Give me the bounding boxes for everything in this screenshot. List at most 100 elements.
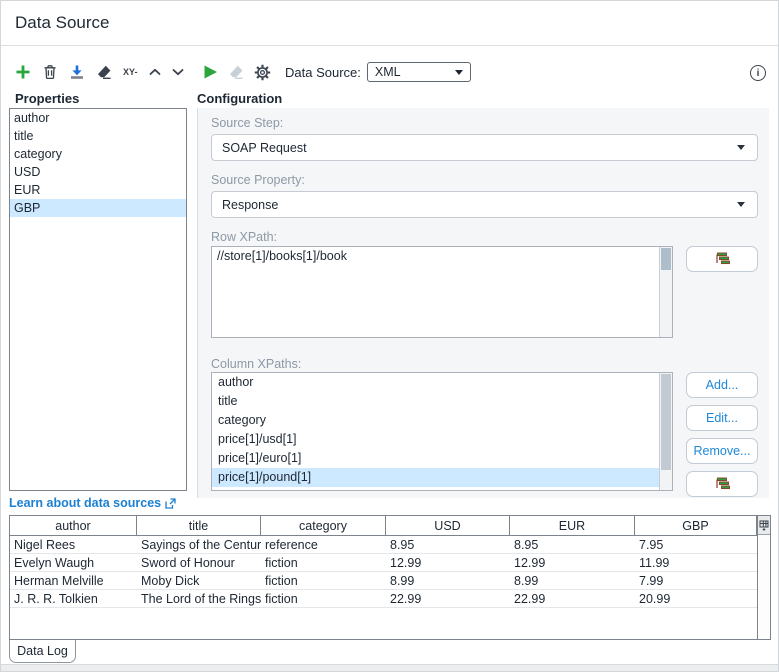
bottom-edge (1, 664, 778, 671)
add-button[interactable]: Add... (686, 372, 758, 398)
properties-list-item[interactable]: GBP (10, 199, 186, 217)
table-cell: fiction (265, 591, 298, 606)
properties-list-item[interactable]: category (10, 145, 186, 163)
table-cell: fiction (265, 555, 298, 570)
table-options-icon (759, 520, 769, 531)
table-cell: Nigel Rees (14, 537, 76, 552)
table-cell: J. R. R. Tolkien (14, 591, 98, 606)
move-down-icon[interactable] (172, 68, 184, 76)
column-xpaths-scrollbar[interactable] (659, 373, 672, 490)
preview-table-header: author title category USD EUR GBP (10, 516, 770, 536)
select-row-xpath-button[interactable] (686, 246, 758, 272)
source-step-value: SOAP Request (222, 140, 307, 155)
run-toolbar: Data Source: XML (203, 60, 471, 84)
column-header[interactable]: USD (386, 516, 510, 535)
header-divider (1, 45, 778, 46)
preview-table-body: Nigel Rees Sayings of the Century referenc… (10, 536, 770, 608)
table-cell: Moby Dick (141, 573, 200, 588)
xy-properties-icon[interactable]: XY- (123, 67, 138, 77)
table-cell: 20.99 (639, 591, 671, 606)
table-cell: 12.99 (390, 555, 422, 570)
column-header[interactable]: author (10, 516, 137, 535)
table-cell: Herman Melville (14, 573, 104, 588)
column-xpath-item[interactable]: author (212, 373, 659, 392)
column-header[interactable]: GBP (635, 516, 757, 535)
run-icon[interactable] (203, 64, 218, 80)
table-cell: 22.99 (514, 591, 546, 606)
clear-properties-icon[interactable] (96, 64, 112, 80)
add-property-icon[interactable] (15, 64, 31, 80)
chevron-down-icon (454, 69, 463, 75)
row-xpath-label: Row XPath: (211, 230, 278, 244)
table-cell: 11.99 (639, 555, 670, 570)
tab-data-log[interactable]: Data Log (9, 640, 76, 663)
chevron-down-icon (737, 145, 745, 150)
column-header[interactable]: title (137, 516, 261, 535)
properties-list-item[interactable]: author (10, 109, 186, 127)
preview-table: author title category USD EUR GBP Nigel Rees S… (9, 515, 771, 640)
xpath-tree-icon (715, 252, 730, 265)
table-cell: 8.99 (514, 573, 539, 588)
preview-table-scrollbar[interactable] (757, 516, 770, 639)
properties-toolbar: XY- (15, 60, 184, 84)
row-xpath-textarea[interactable]: //store[1]/books[1]/book (211, 246, 673, 338)
select-column-xpath-button[interactable] (686, 471, 758, 497)
table-cell: Sword of Honour (141, 555, 235, 570)
column-xpaths-list[interactable]: author title category price[1]/usd[1] price[… (211, 372, 673, 491)
column-xpath-item[interactable]: price[1]/euro[1] (212, 449, 659, 468)
properties-list-item[interactable]: title (10, 127, 186, 145)
delete-property-icon[interactable] (42, 64, 58, 80)
table-row[interactable]: Herman Melville Moby Dick fiction 8.99 8.99 7… (10, 572, 770, 590)
properties-list-item[interactable]: USD (10, 163, 186, 181)
column-xpath-item[interactable]: category (212, 411, 659, 430)
table-cell: reference (265, 537, 318, 552)
properties-heading: Properties (15, 91, 80, 106)
properties-list[interactable]: author title category USD EUR GBP (9, 108, 187, 491)
source-step-select[interactable]: SOAP Request (211, 134, 758, 161)
table-cell: 8.95 (514, 537, 539, 552)
column-xpaths-label: Column XPaths: (211, 357, 302, 371)
column-xpath-item[interactable]: price[1]/usd[1] (212, 430, 659, 449)
source-property-value: Response (222, 197, 279, 212)
import-properties-icon[interactable] (69, 64, 85, 80)
properties-list-item[interactable]: EUR (10, 181, 186, 199)
column-header[interactable]: category (261, 516, 386, 535)
clear-run-icon-disabled[interactable] (228, 64, 244, 80)
table-cell: 7.99 (639, 573, 664, 588)
table-row[interactable]: Evelyn Waugh Sword of Honour fiction 12.99 1… (10, 554, 770, 572)
learn-link-label: Learn about data sources (9, 496, 162, 510)
table-row[interactable]: Nigel Rees Sayings of the Century referenc… (10, 536, 770, 554)
table-cell: Sayings of the Century (141, 537, 261, 552)
row-xpath-scrollbar[interactable] (659, 247, 672, 337)
column-header[interactable]: EUR (510, 516, 635, 535)
chevron-down-icon (737, 202, 745, 207)
table-cell: 22.99 (390, 591, 422, 606)
configuration-heading: Configuration (197, 91, 283, 106)
source-step-label: Source Step: (211, 116, 284, 130)
external-link-icon (165, 497, 176, 509)
learn-link[interactable]: Learn about data sources (9, 496, 176, 510)
table-cell: 12.99 (514, 555, 546, 570)
data-source-window: Data Source XY- Data Source: XML i Prope… (0, 0, 779, 672)
data-source-type-value: XML (374, 65, 401, 79)
data-source-type-select[interactable]: XML (366, 62, 471, 82)
data-source-label: Data Source: (285, 64, 361, 80)
table-cell: 8.95 (390, 537, 415, 552)
table-cell: fiction (265, 573, 298, 588)
table-cell: The Lord of the Rings (141, 591, 261, 606)
remove-button[interactable]: Remove... (686, 438, 758, 464)
table-row[interactable]: J. R. R. Tolkien The Lord of the Rings fic… (10, 590, 770, 608)
source-property-select[interactable]: Response (211, 191, 758, 218)
settings-gear-icon[interactable] (254, 64, 271, 81)
page-title: Data Source (15, 13, 110, 32)
move-up-icon[interactable] (149, 68, 161, 76)
column-xpath-item[interactable]: title (212, 392, 659, 411)
edit-button[interactable]: Edit... (686, 405, 758, 431)
column-xpath-item[interactable]: price[1]/pound[1] (212, 468, 659, 487)
info-icon[interactable]: i (750, 65, 766, 81)
xpath-tree-icon (715, 477, 730, 490)
table-cell: 7.95 (639, 537, 664, 552)
table-options-button[interactable] (758, 516, 770, 535)
tab-data-log-label: Data Log (17, 644, 68, 658)
table-cell: Evelyn Waugh (14, 555, 95, 570)
